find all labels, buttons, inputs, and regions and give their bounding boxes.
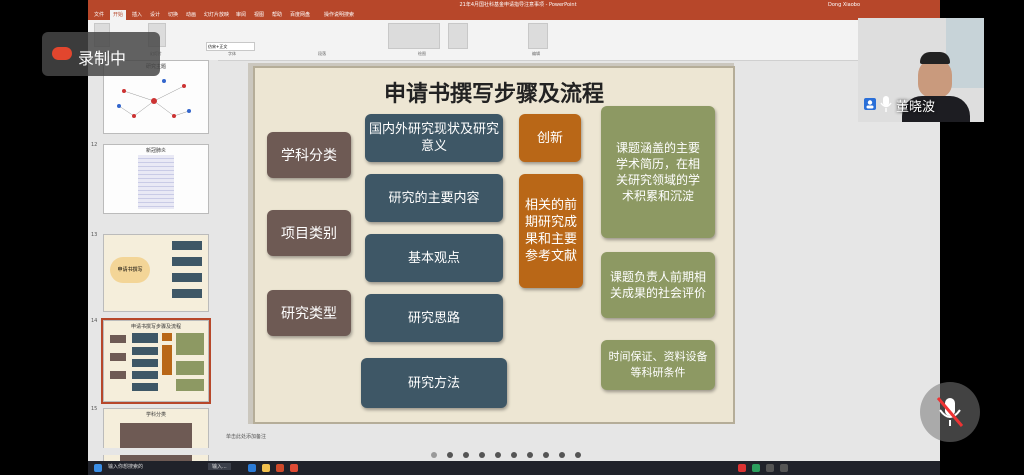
thumbnail-slide-14[interactable]: 申请书撰写步骤及流程 [101, 318, 211, 404]
taskbar: 输入你想搜索的 输入... [88, 461, 940, 475]
right-box-social-evaluation[interactable]: 课题负责人前期相关成果的社会评价 [601, 252, 715, 318]
ribbon: 仿宋+正文 剪贴板 幻灯片 字体 段落 绘图 编辑 [88, 20, 940, 61]
tab-view[interactable]: 视图 [254, 10, 264, 20]
taskbar-window[interactable]: 输入... [208, 463, 231, 470]
tab-home[interactable]: 开始 [110, 10, 127, 20]
thumbnail-slide-12[interactable]: 新冠肺炎 [103, 144, 209, 214]
group-font: 字体 [228, 51, 236, 56]
right-box-research-conditions[interactable]: 时间保证、资料设备等科研条件 [601, 340, 715, 390]
slide[interactable]: 申请书撰写步骤及流程 学科分类 项目类别 研究类型 国内外研究现状及研究意义 研… [253, 66, 735, 424]
page-dot[interactable] [431, 452, 437, 458]
tab-transitions[interactable]: 切换 [168, 10, 178, 20]
middle-box-basic-views[interactable]: 基本观点 [365, 234, 503, 282]
tray-wechat-icon[interactable] [752, 464, 760, 472]
thumbnail-number: 13 [91, 232, 98, 238]
tab-review[interactable]: 审阅 [236, 10, 246, 20]
mute-toggle-button[interactable] [920, 382, 980, 442]
page-dot[interactable] [575, 452, 581, 458]
tab-help[interactable]: 帮助 [272, 10, 282, 20]
edge-icon[interactable] [248, 464, 256, 472]
network-graph-image [117, 79, 191, 118]
page-dot[interactable] [479, 452, 485, 458]
thumbnail-title: 新冠肺炎 [145, 148, 166, 154]
thumbnail-title: 申请书撰写步骤及流程 [130, 324, 181, 330]
arrange-button[interactable] [448, 23, 468, 49]
ribbon-tabs: 文件 开始 插入 设计 切换 动画 幻灯片放映 审阅 视图 帮助 百度网盘 操作… [88, 10, 940, 20]
participant-name: 董晓波 [896, 100, 936, 115]
microphone-muted-icon [936, 397, 964, 427]
orange-box-innovation[interactable]: 创新 [519, 114, 581, 162]
tab-slideshow[interactable]: 幻灯片放映 [204, 10, 229, 20]
user-name[interactable]: Dong Xiaobo [828, 0, 860, 10]
group-paragraph: 段落 [318, 51, 326, 56]
slide-pagination-dots [427, 450, 607, 460]
middle-box-research-methods[interactable]: 研究方法 [361, 358, 507, 408]
group-drawing: 绘图 [418, 51, 426, 56]
tell-me-search[interactable]: 操作说明搜索 [324, 10, 354, 20]
recording-indicator: 录制中 [42, 32, 160, 76]
middle-box-research-status[interactable]: 国内外研究现状及研究意义 [365, 114, 503, 162]
page-dot[interactable] [527, 452, 533, 458]
microphone-icon [880, 96, 892, 112]
middle-box-main-content[interactable]: 研究的主要内容 [365, 174, 503, 222]
tray-volume-icon[interactable] [780, 464, 788, 472]
thumbnail-number: 14 [91, 318, 98, 324]
page-dot[interactable] [447, 452, 453, 458]
cloud-record-icon [52, 47, 72, 60]
page-dot[interactable] [463, 452, 469, 458]
tray-app-icon[interactable] [738, 464, 746, 472]
tab-baidu-netdisk[interactable]: 百度网盘 [290, 10, 310, 20]
tray-network-icon[interactable] [766, 464, 774, 472]
left-box-project-type[interactable]: 项目类别 [267, 210, 351, 256]
window-title: 21年4月国社科基金申请指导注意事项 - PowerPoint [459, 2, 577, 8]
thumbnail-number: 15 [91, 406, 98, 412]
title-bar: 21年4月国社科基金申请指导注意事项 - PowerPoint Dong Xia… [88, 0, 940, 10]
group-editing: 编辑 [532, 51, 540, 56]
slide-title[interactable]: 申请书撰写步骤及流程 [255, 76, 733, 108]
right-box-academic-resume[interactable]: 课题涵盖的主要学术简历，在相关研究领域的学术积累和沉淀 [601, 106, 715, 238]
thumbnail-slide-15[interactable]: 学科分类 [103, 408, 209, 466]
chrome-icon[interactable] [290, 464, 298, 472]
taskbar-search[interactable]: 输入你想搜索的 [108, 463, 143, 470]
thumbnail-slide-13[interactable]: 申请书撰写 [103, 234, 209, 312]
recording-label: 录制中 [78, 49, 127, 68]
page-dot[interactable] [559, 452, 565, 458]
find-button[interactable] [528, 23, 548, 49]
tab-file[interactable]: 文件 [94, 10, 104, 20]
thumbnail-title: 申请书撰写 [110, 257, 150, 283]
participant-face [918, 58, 952, 98]
file-explorer-icon[interactable] [262, 464, 270, 472]
powerpoint-icon[interactable] [276, 464, 284, 472]
thumbnail-number: 12 [91, 142, 98, 148]
participant-hair [920, 52, 950, 64]
left-box-research-type[interactable]: 研究类型 [267, 290, 351, 336]
table-image [138, 155, 174, 209]
page-dot[interactable] [543, 452, 549, 458]
page-dot[interactable] [511, 452, 517, 458]
user-icon [864, 98, 876, 110]
notes-pane[interactable]: 单击此处添加备注 [218, 432, 940, 442]
thumbnail-title: 学科分类 [145, 412, 166, 418]
tab-animations[interactable]: 动画 [186, 10, 196, 20]
left-box-subject-classification[interactable]: 学科分类 [267, 132, 351, 178]
tab-insert[interactable]: 插入 [132, 10, 142, 20]
tab-design[interactable]: 设计 [150, 10, 160, 20]
shapes-gallery[interactable] [388, 23, 440, 49]
font-name-select[interactable]: 仿宋+正文 [206, 42, 255, 51]
participant-nameplate: 董晓波 [862, 94, 980, 116]
page-dot[interactable] [495, 452, 501, 458]
middle-box-research-approach[interactable]: 研究思路 [365, 294, 503, 342]
start-icon[interactable] [94, 464, 102, 472]
orange-box-prior-research[interactable]: 相关的前期研究成果和主要参考文献 [519, 174, 583, 288]
slide-thumbnails-pane: 研究主题 12 新冠肺炎 13 申请书撰写 14 申请书撰写步骤及流程 [88, 60, 218, 468]
